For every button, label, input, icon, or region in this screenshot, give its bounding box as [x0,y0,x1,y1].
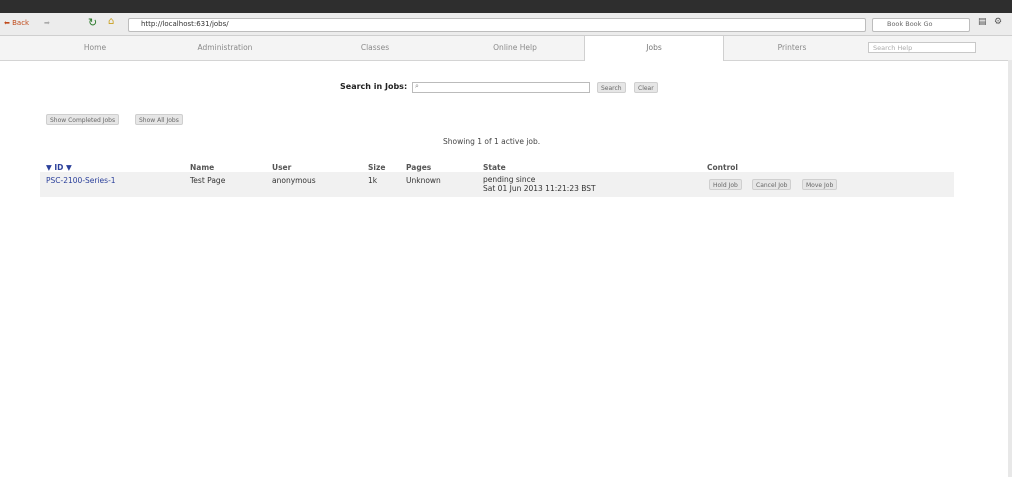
browser-search-placeholder: Book Book Go [887,20,933,28]
job-user: anonymous [272,176,316,185]
tab-online-help[interactable]: Online Help [440,36,590,60]
tab-administration[interactable]: Administration [150,36,300,60]
job-pages: Unknown [406,176,441,185]
back-arrow-icon: ⬅ [4,19,10,27]
back-label: Back [12,19,30,27]
scrollbar[interactable] [1008,60,1012,477]
address-bar[interactable]: http://localhost:631/jobs/ [128,18,866,32]
cups-navigation: Home Administration Classes Online Help … [0,36,1012,61]
col-header-name: Name [190,163,215,172]
clear-button[interactable]: Clear [634,82,658,93]
col-header-user: User [272,163,292,172]
address-text: http://localhost:631/jobs/ [141,20,229,28]
search-button[interactable]: Search [597,82,626,93]
job-state-line2: Sat 01 Jun 2013 11:21:23 BST [483,184,596,193]
browser-search-input[interactable]: Book Book Go [872,18,970,32]
col-header-state: State [483,163,506,172]
bookmarks-icon[interactable]: ▤ [978,17,987,27]
hold-job-button[interactable]: Hold Job [709,179,742,190]
col-header-size: Size [368,163,386,172]
show-completed-jobs-button[interactable]: Show Completed Jobs [46,114,120,125]
magnifier-icon: ⌕ [415,82,419,90]
search-input[interactable]: ⌕ [412,82,590,93]
reload-icon[interactable]: ↻ [88,16,97,29]
job-size: 1k [368,176,378,185]
forward-button[interactable]: ➡ [44,19,50,27]
col-header-control: Control [707,163,739,172]
col-header-pages: Pages [406,163,432,172]
back-button[interactable]: ⬅ Back [4,19,29,27]
show-all-jobs-button[interactable]: Show All Jobs [135,114,183,125]
job-id-link[interactable]: PSC-2100-Series-1 [46,176,116,185]
home-icon[interactable]: ⌂ [108,16,114,27]
window-title-bar [0,0,1012,13]
help-search-input[interactable]: Search Help [868,42,976,53]
cancel-job-button[interactable]: Cancel Job [752,179,792,190]
move-job-button[interactable]: Move Job [802,179,838,190]
tab-classes[interactable]: Classes [300,36,450,60]
search-label: Search in Jobs: [340,82,408,91]
tab-jobs[interactable]: Jobs [584,36,724,61]
tab-printers[interactable]: Printers [722,36,862,60]
job-state-line1: pending since [483,175,536,184]
browser-toolbar: ⬅ Back ➡ ↻ ⌂ http://localhost:631/jobs/ … [0,13,1012,36]
job-name: Test Page [190,176,226,185]
col-header-id[interactable]: ▼ ID ▼ [46,163,72,172]
help-search-placeholder: Search Help [873,44,913,52]
menu-icon[interactable]: ⚙ [994,17,1002,27]
job-count-status: Showing 1 of 1 active job. [443,137,541,146]
